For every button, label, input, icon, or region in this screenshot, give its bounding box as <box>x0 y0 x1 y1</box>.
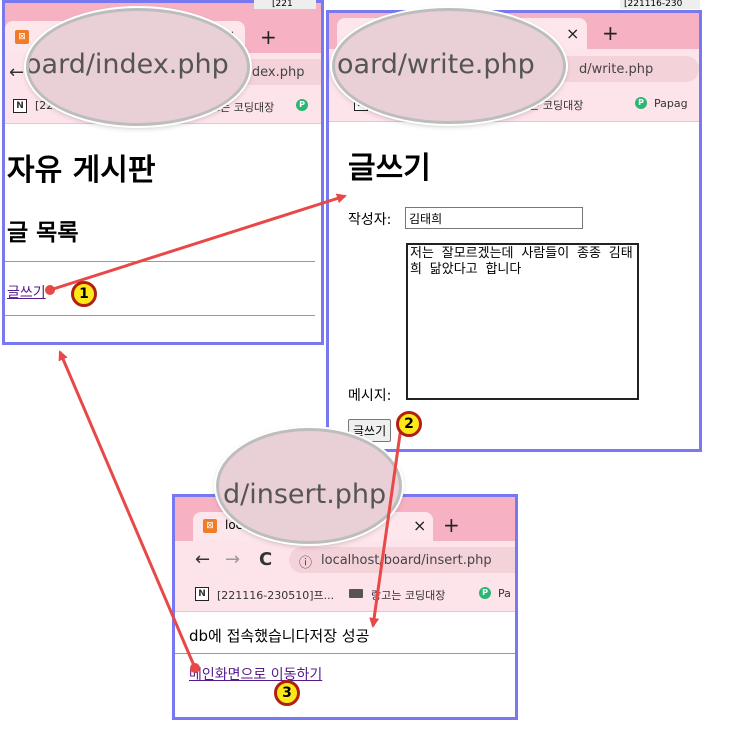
tab-close-icon[interactable]: × <box>566 24 579 43</box>
notion-icon: N <box>195 587 209 601</box>
papago-icon: P <box>479 587 491 599</box>
url-zoom-text: oard/index.php <box>26 49 229 80</box>
divider <box>175 653 515 654</box>
url-zoom-text: oard/write.php <box>337 49 535 80</box>
back-arrow-icon[interactable]: ← <box>9 62 24 83</box>
bookmark-3[interactable]: Pa <box>498 587 511 600</box>
tab-close-icon[interactable]: × <box>413 516 426 535</box>
author-input[interactable] <box>405 207 583 229</box>
step-badge-2: 2 <box>396 411 422 437</box>
keyboard-icon <box>349 589 363 598</box>
url-zoom-text: d/insert.php <box>223 479 387 510</box>
back-arrow-icon[interactable]: ← <box>195 549 210 570</box>
reload-icon[interactable]: C <box>259 549 272 570</box>
page-title: 글쓰기 <box>348 151 431 186</box>
list-heading: 글 목록 <box>7 220 79 246</box>
papago-icon: P <box>635 97 647 109</box>
xampp-favicon-icon: ⊠ <box>15 30 29 44</box>
step-badge-3: 3 <box>274 680 300 706</box>
forward-arrow-icon[interactable]: → <box>225 549 240 570</box>
divider-bottom <box>5 315 315 316</box>
background-window-strip: [221 <box>254 0 316 9</box>
write-link[interactable]: 글쓰기 <box>7 282 46 302</box>
notion-icon: N <box>13 99 27 113</box>
step-badge-1: 1 <box>71 281 97 307</box>
url-field[interactable]: ⓘ localhost/board/insert.php <box>289 547 515 573</box>
page-title: 자유 게시판 <box>7 153 156 188</box>
background-window-strip: [221116-230 <box>620 0 700 9</box>
message-textarea[interactable]: 저는 잘모르겠는데 사람들이 종종 김태희 닮았다고 합니다 <box>406 243 639 400</box>
main-page-link[interactable]: 메인화면으로 이동하기 <box>189 664 322 684</box>
papago-icon[interactable]: P <box>296 99 308 111</box>
bookmark-1[interactable]: [221116-230510]프... <box>217 587 334 603</box>
info-icon[interactable]: ⓘ <box>299 552 312 571</box>
strip-text: [221 <box>272 0 293 9</box>
url-magnifier-index: oard/index.php <box>26 8 250 126</box>
new-tab-icon[interactable]: + <box>260 25 277 49</box>
new-tab-icon[interactable]: + <box>602 21 619 45</box>
url-magnifier-write: oard/write.php <box>332 8 566 124</box>
address-bar: ← → C ⓘ localhost/board/insert.php <box>175 541 515 579</box>
bookmark-2[interactable]: 랑고는 코딩대장 <box>371 587 445 603</box>
url-magnifier-insert: d/insert.php <box>216 428 402 544</box>
bookmark-3[interactable]: Papag <box>654 97 688 110</box>
bookmarks-bar: N [221116-230510]프... 랑고는 코딩대장 P Pa <box>175 579 515 612</box>
strip-text: [221116-230 <box>624 0 683 9</box>
message-label: 메시지: <box>348 388 392 404</box>
result-message: db에 접속했습니다저장 성공 <box>189 627 370 645</box>
url-text: localhost/board/insert.php <box>321 553 492 568</box>
xampp-favicon-icon: ⊠ <box>203 519 217 533</box>
author-label: 작성자: <box>348 212 392 228</box>
new-tab-icon[interactable]: + <box>443 513 460 537</box>
url-text: d/write.php <box>579 62 654 77</box>
divider-top <box>5 261 315 262</box>
